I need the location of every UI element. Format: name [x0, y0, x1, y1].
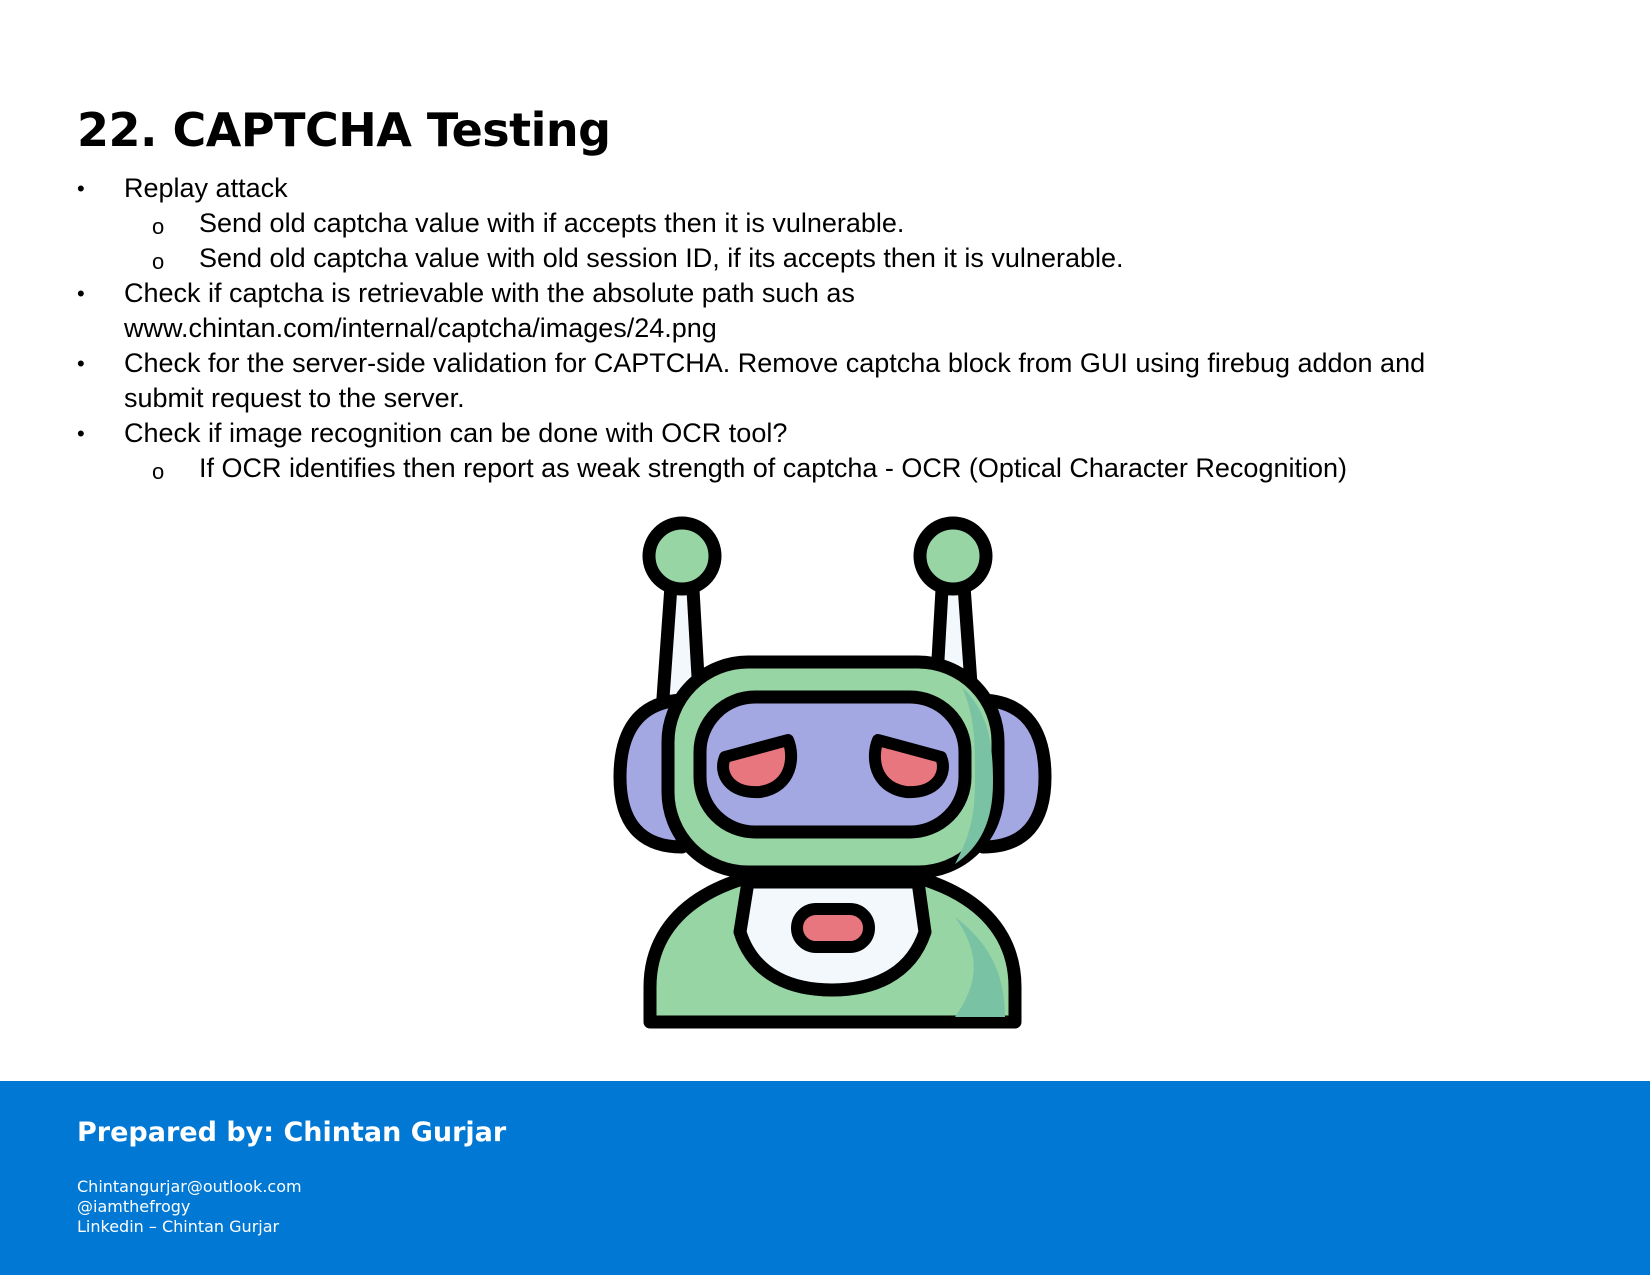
angry-robot-icon — [613, 516, 1052, 1029]
sub-bullet-marker: o — [152, 214, 165, 239]
bullet-text-url: www.chintan.com/internal/captcha/images/… — [124, 313, 717, 343]
sub-list: o If OCR identifies then report as weak … — [124, 451, 1577, 486]
list-item: • Replay attack o Send old captcha value… — [77, 171, 1577, 276]
sub-bullet-marker: o — [152, 249, 165, 274]
bullet-text: Replay attack — [124, 173, 288, 203]
footer-handle: @iamthefrogy — [77, 1197, 191, 1216]
bullet-list: • Replay attack o Send old captcha value… — [77, 171, 1577, 486]
footer-heading: Prepared by: Chintan Gurjar — [77, 1117, 507, 1148]
list-item: • Check if captcha is retrievable with t… — [77, 276, 1577, 346]
page-title: 22. CAPTCHA Testing — [77, 103, 611, 157]
list-item: • Check if image recognition can be done… — [77, 416, 1577, 486]
sub-list-item: o If OCR identifies then report as weak … — [124, 451, 1577, 486]
bullet-marker: • — [77, 421, 85, 446]
list-item: • Check for the server-side validation f… — [77, 346, 1577, 416]
bullet-marker: • — [77, 281, 85, 306]
footer-contact: Chintangurjar@outlook.com @iamthefrogy L… — [77, 1177, 302, 1237]
sub-bullet-marker: o — [152, 459, 165, 484]
sub-bullet-text: If OCR identifies then report as weak st… — [199, 453, 1348, 483]
sub-list: o Send old captcha value with if accepts… — [124, 206, 1577, 276]
sub-bullet-text: Send old captcha value with if accepts t… — [199, 208, 905, 238]
antenna-ball-left — [642, 516, 722, 596]
sub-list-item: o Send old captcha value with old sessio… — [124, 241, 1577, 276]
footer-email: Chintangurjar@outlook.com — [77, 1177, 302, 1196]
sub-bullet-text: Send old captcha value with old session … — [199, 243, 1124, 273]
bullet-text: Check if image recognition can be done w… — [124, 418, 788, 448]
bullet-text: Check for the server-side validation for… — [124, 348, 1426, 378]
footer: Prepared by: Chintan Gurjar Chintangurja… — [0, 1081, 1650, 1275]
footer-linkedin: Linkedin – Chintan Gurjar — [77, 1217, 280, 1236]
mouth — [791, 903, 875, 953]
bullet-text: Check if captcha is retrievable with the… — [124, 278, 855, 308]
bullet-text-continued: submit request to the server. — [124, 383, 465, 413]
sub-list-item: o Send old captcha value with if accepts… — [124, 206, 1577, 241]
antenna-ball-right — [913, 516, 993, 596]
bullet-marker: • — [77, 351, 85, 376]
bullet-marker: • — [77, 176, 85, 201]
